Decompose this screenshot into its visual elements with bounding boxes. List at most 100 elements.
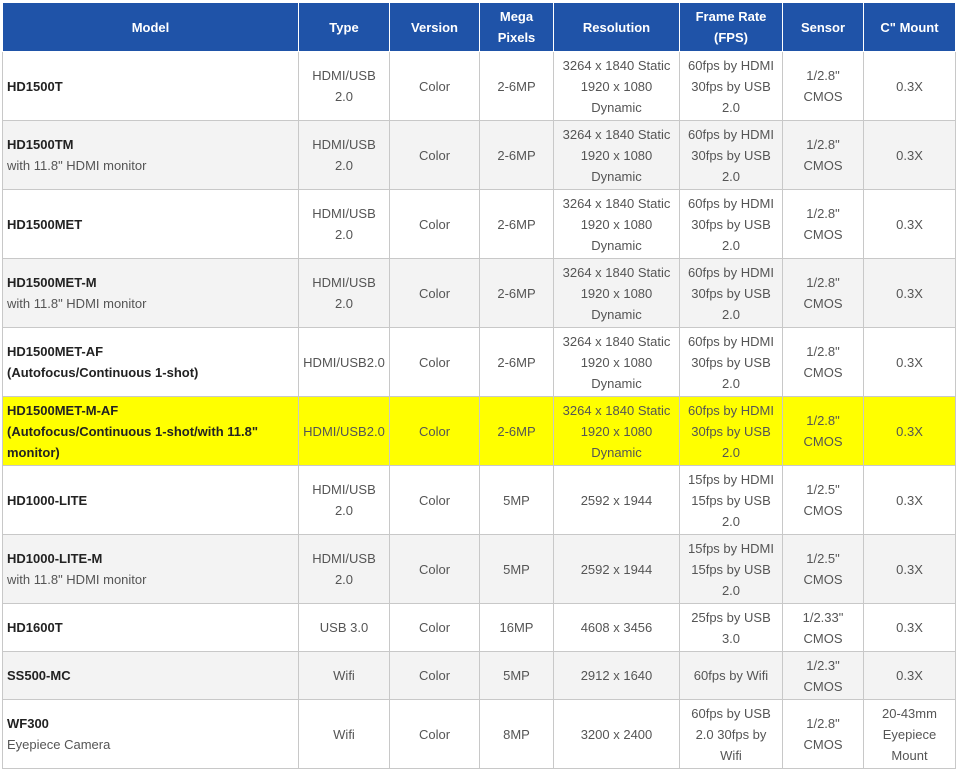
mega-pixels-cell: 2-6MP: [479, 189, 554, 259]
model-name: SS500-MC: [7, 668, 71, 683]
sensor-cell: 1/2.3" CMOS: [782, 651, 864, 700]
model-subtitle: with 11.8" HDMI monitor: [7, 296, 147, 311]
table-row: HD1600T USB 3.0 Color 16MP 4608 x 3456 2…: [2, 603, 956, 652]
model-name: WF300: [7, 716, 49, 731]
table-row: HD1500MET-M with 11.8" HDMI monitor HDMI…: [2, 258, 956, 328]
header-sensor: Sensor: [782, 2, 864, 52]
header-row: Model Type Version Mega Pixels Resolutio…: [2, 2, 956, 52]
mount-cell: 0.3X: [863, 189, 956, 259]
table-row-highlighted: HD1500MET-M-AF (Autofocus/Continuous 1-s…: [2, 396, 956, 466]
model-cell: WF300 Eyepiece Camera: [2, 699, 299, 769]
header-frame-rate: Frame Rate (FPS): [679, 2, 783, 52]
model-subtitle: (Autofocus/Continuous 1-shot/with 11.8" …: [7, 423, 258, 460]
resolution-cell: 3264 x 1840 Static 1920 x 1080 Dynamic: [553, 258, 680, 328]
sensor-cell: 1/2.8" CMOS: [782, 258, 864, 328]
model-cell: HD1000-LITE-M with 11.8" HDMI monitor: [2, 534, 299, 604]
resolution-cell: 2912 x 1640: [553, 651, 680, 700]
model-subtitle: with 11.8" HDMI monitor: [7, 158, 147, 173]
mega-pixels-cell: 5MP: [479, 534, 554, 604]
mega-pixels-cell: 2-6MP: [479, 258, 554, 328]
sensor-cell: 1/2.8" CMOS: [782, 189, 864, 259]
type-cell: HDMI/USB 2.0: [298, 120, 390, 190]
model-cell: SS500-MC: [2, 651, 299, 700]
version-cell: Color: [389, 534, 480, 604]
mount-cell: 0.3X: [863, 51, 956, 121]
table-row: HD1500MET HDMI/USB 2.0 Color 2-6MP 3264 …: [2, 189, 956, 259]
type-cell: HDMI/USB 2.0: [298, 189, 390, 259]
mega-pixels-cell: 2-6MP: [479, 396, 554, 466]
frame-rate-cell: 60fps by HDMI 30fps by USB 2.0: [679, 396, 783, 466]
resolution-cell: 3264 x 1840 Static 1920 x 1080 Dynamic: [553, 120, 680, 190]
resolution-cell: 3200 x 2400: [553, 699, 680, 769]
model-cell: HD1000-LITE: [2, 465, 299, 535]
table-container: Model Type Version Mega Pixels Resolutio…: [2, 2, 956, 769]
header-type: Type: [298, 2, 390, 52]
sensor-cell: 1/2.8" CMOS: [782, 51, 864, 121]
resolution-cell: 2592 x 1944: [553, 465, 680, 535]
table-row: WF300 Eyepiece Camera Wifi Color 8MP 320…: [2, 699, 956, 769]
model-subtitle: (Autofocus/Continuous 1-shot): [7, 365, 199, 380]
mega-pixels-cell: 5MP: [479, 651, 554, 700]
mega-pixels-cell: 16MP: [479, 603, 554, 652]
mount-cell: 0.3X: [863, 465, 956, 535]
mount-cell: 0.3X: [863, 651, 956, 700]
model-cell: HD1500MET-M with 11.8" HDMI monitor: [2, 258, 299, 328]
resolution-cell: 3264 x 1840 Static 1920 x 1080 Dynamic: [553, 51, 680, 121]
model-name: HD1500MET-M: [7, 275, 97, 290]
model-cell: HD1600T: [2, 603, 299, 652]
frame-rate-cell: 60fps by HDMI 30fps by USB 2.0: [679, 327, 783, 397]
frame-rate-cell: 15fps by HDMI 15fps by USB 2.0: [679, 465, 783, 535]
model-cell: HD1500MET-AF (Autofocus/Continuous 1-sho…: [2, 327, 299, 397]
version-cell: Color: [389, 51, 480, 121]
resolution-cell: 2592 x 1944: [553, 534, 680, 604]
model-subtitle: Eyepiece Camera: [7, 737, 111, 752]
resolution-cell: 3264 x 1840 Static 1920 x 1080 Dynamic: [553, 396, 680, 466]
frame-rate-cell: 60fps by HDMI 30fps by USB 2.0: [679, 258, 783, 328]
frame-rate-cell: 60fps by Wifi: [679, 651, 783, 700]
type-cell: HDMI/USB 2.0: [298, 51, 390, 121]
frame-rate-cell: 60fps by HDMI 30fps by USB 2.0: [679, 51, 783, 121]
sensor-cell: 1/2.8" CMOS: [782, 699, 864, 769]
frame-rate-cell: 15fps by HDMI 15fps by USB 2.0: [679, 534, 783, 604]
type-cell: HDMI/USB 2.0: [298, 258, 390, 328]
model-name: HD1500T: [7, 78, 63, 94]
model-cell: HD1500MET-M-AF (Autofocus/Continuous 1-s…: [2, 396, 299, 466]
version-cell: Color: [389, 327, 480, 397]
model-name: HD1500MET-M-AF: [7, 402, 119, 418]
version-cell: Color: [389, 699, 480, 769]
type-cell: HDMI/USB 2.0: [298, 465, 390, 535]
table-row: HD1000-LITE-M with 11.8" HDMI monitor HD…: [2, 534, 956, 604]
frame-rate-cell: 60fps by HDMI 30fps by USB 2.0: [679, 120, 783, 190]
header-mega-pixels: Mega Pixels: [479, 2, 554, 52]
version-cell: Color: [389, 603, 480, 652]
mega-pixels-cell: 2-6MP: [479, 51, 554, 121]
version-cell: Color: [389, 465, 480, 535]
resolution-cell: 3264 x 1840 Static 1920 x 1080 Dynamic: [553, 327, 680, 397]
type-cell: USB 3.0: [298, 603, 390, 652]
mega-pixels-cell: 2-6MP: [479, 327, 554, 397]
frame-rate-cell: 25fps by USB 3.0: [679, 603, 783, 652]
mega-pixels-cell: 8MP: [479, 699, 554, 769]
model-name: HD1000-LITE: [7, 492, 88, 508]
sensor-cell: 1/2.8" CMOS: [782, 396, 864, 466]
header-c-mount: C" Mount: [863, 2, 956, 52]
sensor-cell: 1/2.8" CMOS: [782, 327, 864, 397]
model-cell: HD1500T: [2, 51, 299, 121]
table-row: HD1000-LITE HDMI/USB 2.0 Color 5MP 2592 …: [2, 465, 956, 535]
mount-cell: 0.3X: [863, 258, 956, 328]
model-name: HD1500MET: [7, 216, 83, 232]
table-row: HD1500T HDMI/USB 2.0 Color 2-6MP 3264 x …: [2, 51, 956, 121]
resolution-cell: 4608 x 3456: [553, 603, 680, 652]
header-version: Version: [389, 2, 480, 52]
model-name: HD1500MET-AF: [7, 344, 104, 359]
frame-rate-cell: 60fps by HDMI 30fps by USB 2.0: [679, 189, 783, 259]
model-name: HD1600T: [7, 620, 63, 635]
version-cell: Color: [389, 120, 480, 190]
table-row: SS500-MC Wifi Color 5MP 2912 x 1640 60fp…: [2, 651, 956, 700]
type-cell: Wifi: [298, 651, 390, 700]
mount-cell: 0.3X: [863, 327, 956, 397]
type-cell: HDMI/USB2.0: [298, 327, 390, 397]
table-row: HD1500TM with 11.8" HDMI monitor HDMI/US…: [2, 120, 956, 190]
table-row: HD1500MET-AF (Autofocus/Continuous 1-sho…: [2, 327, 956, 397]
model-name: HD1500TM: [7, 137, 74, 152]
